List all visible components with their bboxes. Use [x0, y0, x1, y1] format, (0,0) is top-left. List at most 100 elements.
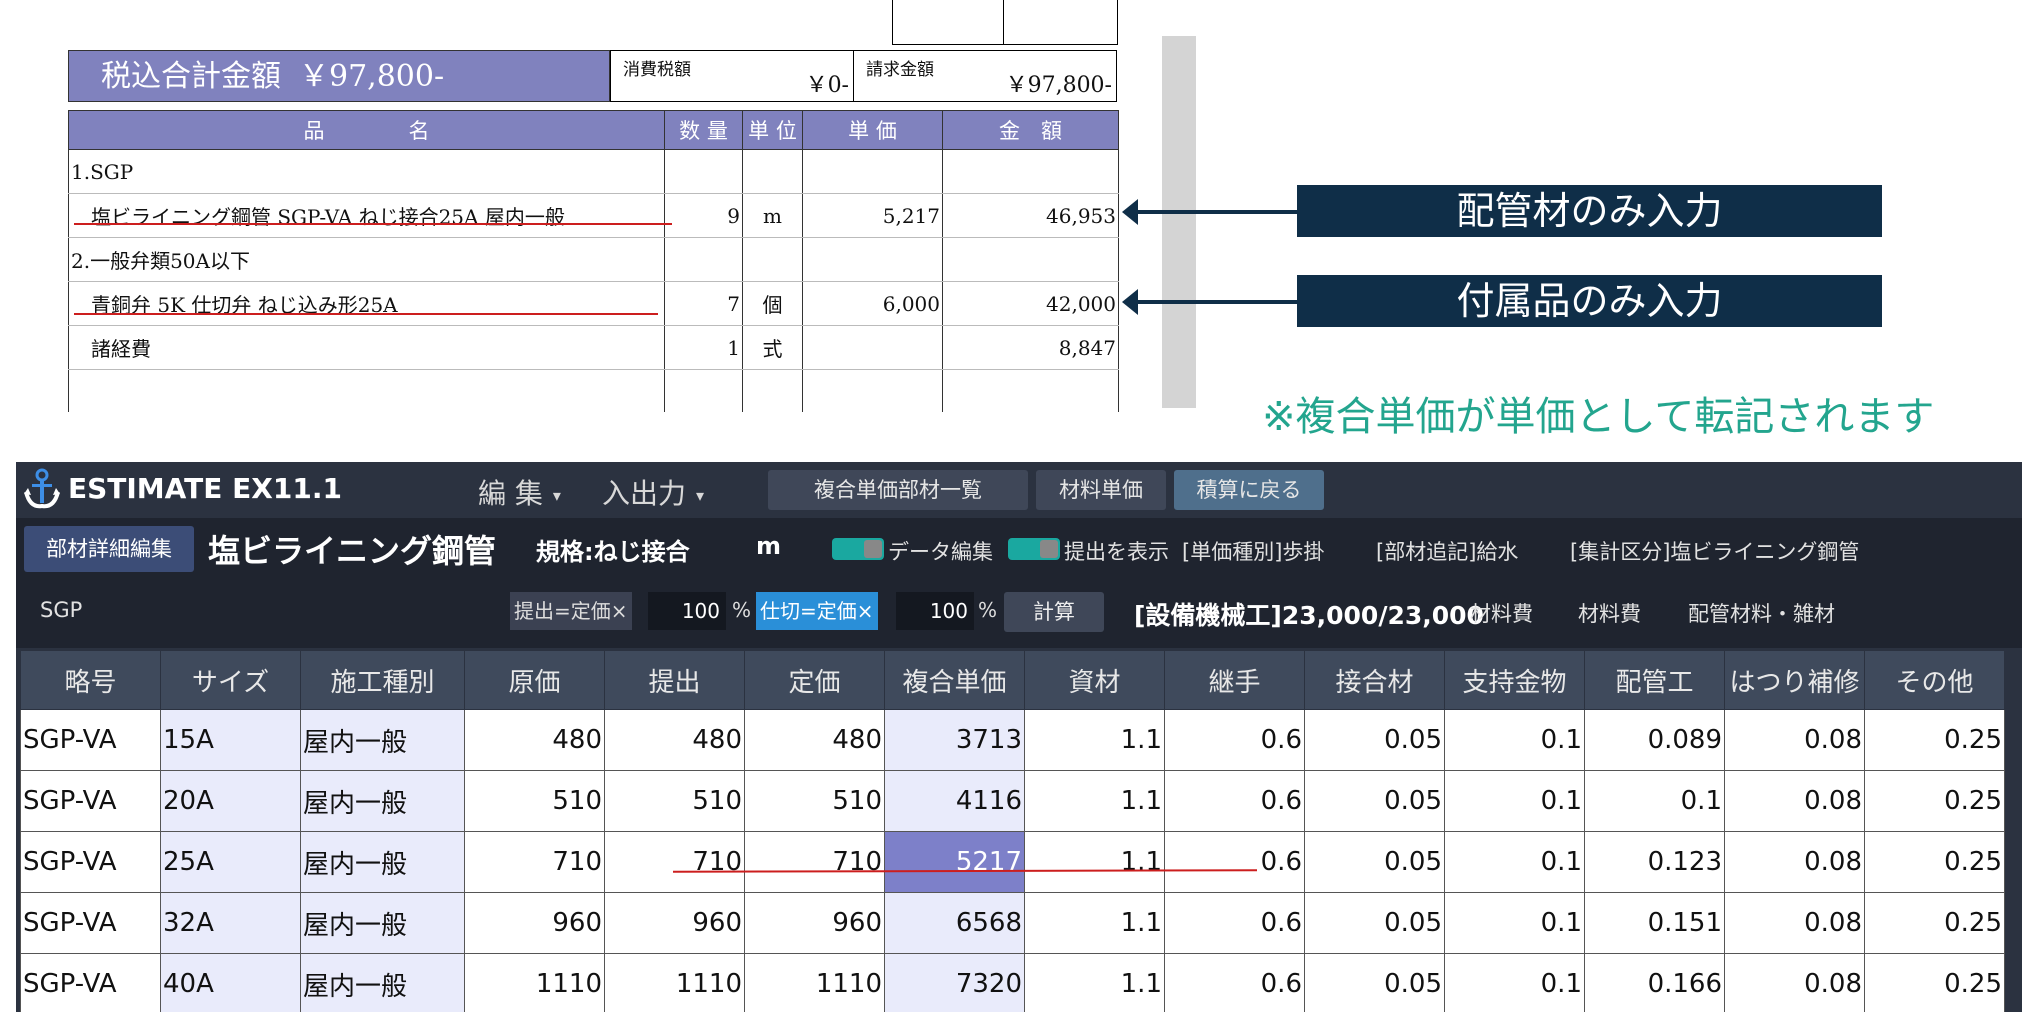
cell-material[interactable]: 1.1: [1024, 831, 1165, 893]
cell-chipping-repair[interactable]: 0.08: [1724, 770, 1865, 832]
cell-composite-price[interactable]: 4116: [884, 770, 1025, 832]
cell-composite-price[interactable]: 3713: [884, 709, 1025, 771]
calculate-button[interactable]: 計算: [1004, 592, 1104, 632]
cell-chipping-repair[interactable]: 0.08: [1724, 831, 1865, 893]
cell-submit[interactable]: 510: [604, 770, 745, 832]
cell-piping-labor[interactable]: 0.166: [1584, 953, 1725, 1012]
cell-cost[interactable]: 710: [464, 831, 605, 893]
cell-list-price[interactable]: 480: [744, 709, 885, 771]
cell-code[interactable]: SGP-VA: [20, 770, 161, 832]
column-header-chipping-repair[interactable]: はつり補修: [1724, 650, 1865, 710]
cell-work-type[interactable]: 屋内一般: [300, 709, 465, 771]
menu-io[interactable]: 入出力 ▾: [602, 472, 704, 512]
table-row[interactable]: SGP-VA 40A 屋内一般 1110 1110 1110 7320 1.1 0.6 0.05 0…: [20, 953, 2005, 1012]
cell-material[interactable]: 1.1: [1024, 953, 1165, 1012]
cell-piping-labor[interactable]: 0.1: [1584, 770, 1725, 832]
cell-submit[interactable]: 960: [604, 892, 745, 954]
composite-parts-list-button[interactable]: 複合単価部材一覧: [768, 470, 1028, 510]
table-row[interactable]: SGP-VA 20A 屋内一般 510 510 510 4116 1.1 0.6 0.05 0.1 0…: [20, 770, 2005, 832]
back-to-estimate-button[interactable]: 積算に戻る: [1174, 470, 1324, 510]
table-row-selected[interactable]: SGP-VA 25A 屋内一般 710 710 710 5217 1.1 0.6 0.05 0.1 0…: [20, 831, 2005, 893]
cell-support[interactable]: 0.1: [1444, 953, 1585, 1012]
cell-size[interactable]: 15A: [160, 709, 301, 771]
cell-other[interactable]: 0.25: [1864, 831, 2005, 893]
cell-cost[interactable]: 480: [464, 709, 605, 771]
cell-joint-material[interactable]: 0.05: [1304, 953, 1445, 1012]
cell-fitting[interactable]: 0.6: [1164, 831, 1305, 893]
cell-composite-price[interactable]: 7320: [884, 953, 1025, 1012]
cell-fitting[interactable]: 0.6: [1164, 709, 1305, 771]
cell-other[interactable]: 0.25: [1864, 892, 2005, 954]
cell-composite-price[interactable]: 5217: [884, 831, 1025, 893]
cell-code[interactable]: SGP-VA: [20, 953, 161, 1012]
cell-material[interactable]: 1.1: [1024, 709, 1165, 771]
edit-details-button[interactable]: 部材詳細編集: [24, 526, 194, 572]
cell-fitting[interactable]: 0.6: [1164, 953, 1305, 1012]
cell-support[interactable]: 0.1: [1444, 770, 1585, 832]
cell-submit[interactable]: 1110: [604, 953, 745, 1012]
cell-other[interactable]: 0.25: [1864, 709, 2005, 771]
cell-submit[interactable]: 480: [604, 709, 745, 771]
show-submit-toggle[interactable]: [1008, 538, 1060, 560]
column-header-other[interactable]: その他: [1864, 650, 2005, 710]
cell-cost[interactable]: 960: [464, 892, 605, 954]
cell-piping-labor[interactable]: 0.123: [1584, 831, 1725, 893]
column-header-fitting[interactable]: 継手: [1164, 650, 1305, 710]
column-header-material[interactable]: 資材: [1024, 650, 1165, 710]
cell-support[interactable]: 0.1: [1444, 892, 1585, 954]
column-header-cost[interactable]: 原価: [464, 650, 605, 710]
column-header-support[interactable]: 支持金物: [1444, 650, 1585, 710]
cost-price-filter[interactable]: 仕切=定価×: [756, 592, 878, 630]
cell-joint-material[interactable]: 0.05: [1304, 892, 1445, 954]
submit-price-filter[interactable]: 提出=定価×: [510, 592, 632, 630]
cell-joint-material[interactable]: 0.05: [1304, 831, 1445, 893]
cell-cost[interactable]: 510: [464, 770, 605, 832]
column-header-work-type[interactable]: 施工種別: [300, 650, 465, 710]
cell-size[interactable]: 25A: [160, 831, 301, 893]
cell-other[interactable]: 0.25: [1864, 953, 2005, 1012]
column-header-list-price[interactable]: 定価: [744, 650, 885, 710]
cell-cost[interactable]: 1110: [464, 953, 605, 1012]
cell-size[interactable]: 20A: [160, 770, 301, 832]
menu-edit[interactable]: 編 集 ▾: [478, 472, 561, 512]
data-edit-toggle[interactable]: [832, 538, 884, 560]
cell-size[interactable]: 40A: [160, 953, 301, 1012]
table-row[interactable]: SGP-VA 32A 屋内一般 960 960 960 6568 1.1 0.6 0.05 0.1 0…: [20, 892, 2005, 954]
cell-joint-material[interactable]: 0.05: [1304, 709, 1445, 771]
cell-list-price[interactable]: 1110: [744, 953, 885, 1012]
cell-work-type[interactable]: 屋内一般: [300, 892, 465, 954]
submit-percent-input[interactable]: 100: [648, 592, 726, 630]
column-header-size[interactable]: サイズ: [160, 650, 301, 710]
cell-joint-material[interactable]: 0.05: [1304, 770, 1445, 832]
cell-submit[interactable]: 710: [604, 831, 745, 893]
cell-material[interactable]: 1.1: [1024, 892, 1165, 954]
cell-piping-labor[interactable]: 0.089: [1584, 709, 1725, 771]
cell-work-type[interactable]: 屋内一般: [300, 770, 465, 832]
column-header-joint-material[interactable]: 接合材: [1304, 650, 1445, 710]
cell-chipping-repair[interactable]: 0.08: [1724, 709, 1865, 771]
table-row[interactable]: SGP-VA 15A 屋内一般 480 480 480 3713 1.1 0.6 0.05 0.1 0…: [20, 709, 2005, 771]
cell-work-type[interactable]: 屋内一般: [300, 953, 465, 1012]
cell-code[interactable]: SGP-VA: [20, 709, 161, 771]
cell-other[interactable]: 0.25: [1864, 770, 2005, 832]
document-scrollbar[interactable]: [1162, 36, 1196, 408]
cell-fitting[interactable]: 0.6: [1164, 892, 1305, 954]
cost-percent-input[interactable]: 100: [896, 592, 974, 630]
cell-chipping-repair[interactable]: 0.08: [1724, 892, 1865, 954]
cell-support[interactable]: 0.1: [1444, 709, 1585, 771]
column-header-submit[interactable]: 提出: [604, 650, 745, 710]
cell-list-price[interactable]: 960: [744, 892, 885, 954]
cell-chipping-repair[interactable]: 0.08: [1724, 953, 1865, 1012]
material-price-button[interactable]: 材料単価: [1036, 470, 1166, 510]
cell-support[interactable]: 0.1: [1444, 831, 1585, 893]
column-header-piping-labor[interactable]: 配管工: [1584, 650, 1725, 710]
column-header-composite-price[interactable]: 複合単価: [884, 650, 1025, 710]
column-header-code[interactable]: 略号: [20, 650, 161, 710]
cell-size[interactable]: 32A: [160, 892, 301, 954]
cell-list-price[interactable]: 710: [744, 831, 885, 893]
cell-composite-price[interactable]: 6568: [884, 892, 1025, 954]
cell-code[interactable]: SGP-VA: [20, 892, 161, 954]
cell-list-price[interactable]: 510: [744, 770, 885, 832]
cell-material[interactable]: 1.1: [1024, 770, 1165, 832]
cell-fitting[interactable]: 0.6: [1164, 770, 1305, 832]
